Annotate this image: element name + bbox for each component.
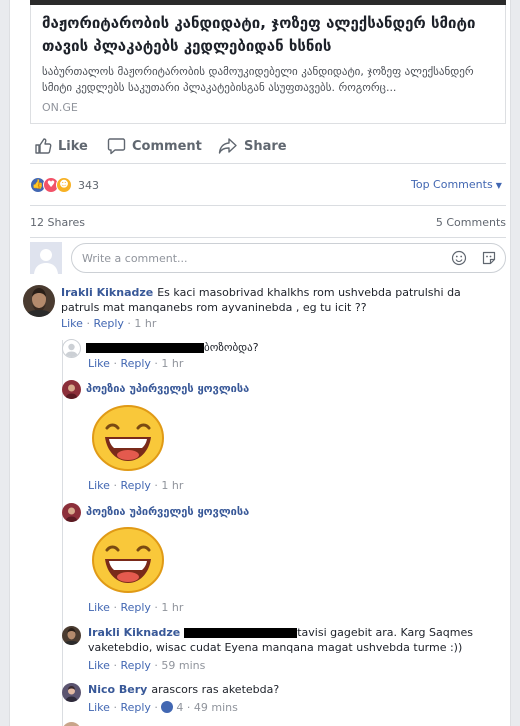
reply-author[interactable]: Irakli Kiknadze — [88, 626, 180, 639]
comment-input[interactable]: Write a comment... — [71, 243, 506, 273]
reply-actions: Like · Reply · 1 hr — [88, 479, 183, 492]
share-button[interactable]: Share — [218, 134, 287, 158]
comment-bubble-icon — [107, 138, 126, 155]
reply-like-link[interactable]: Like — [88, 479, 110, 492]
reply-avatar[interactable] — [62, 683, 81, 702]
reply-body: პოეზია უპირველეს ყოვლისა — [86, 381, 253, 396]
reply-time[interactable]: 1 hr — [161, 479, 183, 492]
separator-dot: · — [154, 701, 158, 714]
share-arrow-icon — [218, 138, 237, 154]
reply-time[interactable]: 1 hr — [161, 601, 183, 614]
like-count-icon — [161, 701, 174, 713]
thumbs-up-icon — [35, 138, 52, 154]
like-label: Like — [58, 138, 88, 154]
reply-avatar[interactable] — [62, 626, 81, 645]
commenter-avatar[interactable] — [23, 285, 55, 317]
laughing-face-sticker — [92, 527, 164, 593]
comment-composer: Write a comment... — [30, 237, 506, 279]
link-preview[interactable]: მაჟორიტარობის კანდიდატი, ჯოზეფ ალექსანდე… — [30, 5, 506, 124]
comments-count[interactable]: 5 Comments — [436, 216, 506, 229]
comment-input-placeholder: Write a comment... — [82, 252, 188, 265]
link-domain: ON.GE — [42, 101, 78, 114]
current-user-avatar — [30, 242, 62, 274]
reply-actions: Like · Reply · 1 hr — [88, 357, 183, 370]
reply-like-count[interactable]: 4 — [176, 701, 183, 714]
comment-time[interactable]: 1 hr — [134, 317, 156, 330]
link-description: საბურთალოს მაჟორიტარობის დამოუკიდებელი კ… — [42, 65, 474, 94]
reaction-count[interactable]: 343 — [78, 179, 99, 192]
share-label: Share — [244, 138, 287, 154]
emoji-icon[interactable] — [451, 250, 467, 266]
reply-reply-link[interactable]: Reply — [120, 701, 150, 714]
separator-dot: · — [113, 659, 117, 672]
comment-like-link[interactable]: Like — [61, 317, 83, 330]
separator-dot: · — [154, 479, 158, 492]
laughing-face-sticker — [92, 405, 164, 471]
reply-body: პოეზია უპირველეს ყოვლისა — [86, 504, 253, 519]
separator-dot: · — [113, 701, 117, 714]
haha-icon: ☻ — [56, 177, 72, 193]
reply-body: Nico Bery arascors ras aketebda? — [88, 682, 279, 697]
reply-time[interactable]: 59 mins — [161, 659, 205, 672]
reply-like-link[interactable]: Like — [88, 701, 110, 714]
separator-dot: · — [113, 479, 117, 492]
reply-actions: Like · Reply · 1 hr — [88, 601, 183, 614]
reply-reply-link[interactable]: Reply — [120, 659, 150, 672]
comment-body: Irakli Kiknadze Es kaci masobrivad khalkh… — [61, 285, 501, 315]
reply-like-link[interactable]: Like — [88, 601, 110, 614]
separator-dot: · — [113, 601, 117, 614]
reply-like-link[interactable]: Like — [88, 659, 110, 672]
comment-sort-dropdown[interactable]: Top Comments ▼ — [411, 178, 502, 191]
post-stats: 12 Shares 5 Comments — [30, 205, 506, 235]
reply-avatar[interactable] — [62, 503, 81, 522]
reply-reply-link[interactable]: Reply — [120, 479, 150, 492]
redacted-text — [184, 628, 298, 638]
redacted-name — [86, 343, 204, 353]
reply-body: Irakli Kiknadze tavisi gagebit ara. Karg … — [88, 625, 488, 655]
link-title[interactable]: მაჟორიტარობის კანდიდატი, ჯოზეფ ალექსანდე… — [42, 12, 497, 58]
post-card: მაჟორიტარობის კანდიდატი, ჯოზეფ ალექსანდე… — [9, 0, 511, 726]
comment-button[interactable]: Comment — [107, 134, 202, 158]
separator-dot: · — [127, 317, 131, 330]
reply-like-link[interactable]: Like — [88, 357, 110, 370]
comment-reply-link[interactable]: Reply — [93, 317, 123, 330]
comment-actions: Like · Reply · 1 hr — [61, 317, 156, 330]
reply-time[interactable]: 49 mins — [194, 701, 238, 714]
separator-dot: · — [86, 317, 90, 330]
separator-dot: · — [154, 601, 158, 614]
sticker-icon[interactable] — [481, 250, 497, 266]
post-action-bar: Like Comment Share — [30, 128, 506, 164]
reply-actions: Like · Reply · 59 mins — [88, 659, 205, 672]
reply-thread-line — [62, 340, 63, 726]
shares-count[interactable]: 12 Shares — [30, 216, 85, 229]
reply-reply-link[interactable]: Reply — [120, 601, 150, 614]
reply-avatar[interactable] — [62, 339, 81, 358]
reply-author[interactable]: პოეზია უპირველეს ყოვლისა — [86, 505, 249, 518]
comment-sort-label: Top Comments — [411, 178, 493, 191]
reply-time[interactable]: 1 hr — [161, 357, 183, 370]
separator-dot: · — [154, 659, 158, 672]
commenter-name[interactable]: Irakli Kiknadze — [61, 286, 153, 299]
reply-text: arascors ras aketebda? — [151, 683, 280, 696]
like-button[interactable]: Like — [34, 134, 88, 158]
reply-text: ბოზობდა? — [204, 341, 259, 354]
reply-author[interactable]: პოეზია უპირველეს ყოვლისა — [86, 382, 249, 395]
separator-dot: · — [113, 357, 117, 370]
reply-author[interactable]: Nico Bery — [88, 683, 147, 696]
reply-avatar[interactable] — [62, 380, 81, 399]
caret-down-icon: ▼ — [495, 181, 502, 190]
comment-label: Comment — [132, 138, 202, 154]
reactions-summary[interactable]: 👍 ♥ ☻ 343 — [30, 176, 99, 194]
separator-dot: · — [154, 357, 158, 370]
reply-avatar[interactable] — [62, 722, 81, 726]
reply-body: ბოზობდა? — [86, 340, 501, 355]
separator-dot: · — [186, 701, 191, 714]
reply-reply-link[interactable]: Reply — [120, 357, 150, 370]
reply-actions: Like · Reply · 4 · 49 mins — [88, 701, 238, 714]
